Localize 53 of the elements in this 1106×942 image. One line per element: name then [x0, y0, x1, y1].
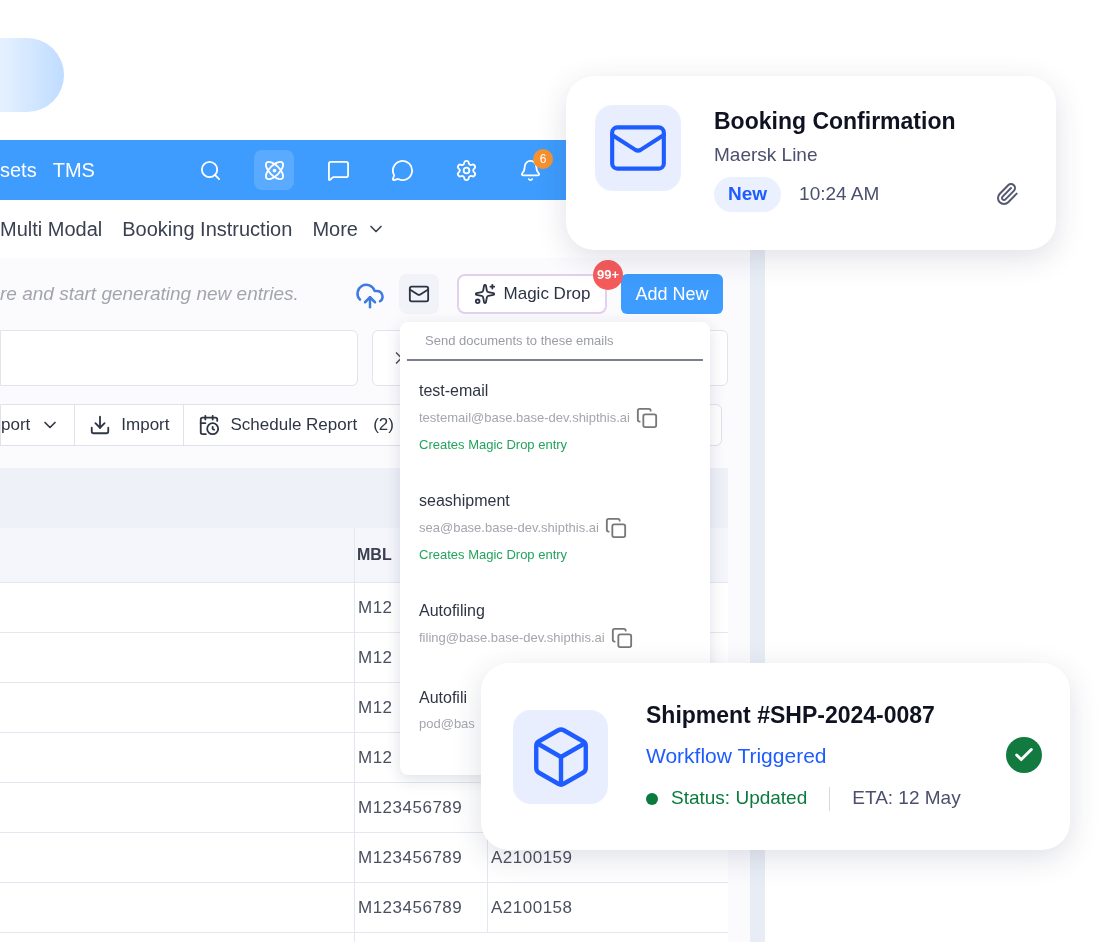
phone-chat-icon[interactable] — [390, 158, 414, 182]
table-cell-text: A2100159 — [491, 846, 573, 869]
table-cell-text: M12 — [358, 596, 393, 619]
mail-button[interactable] — [399, 274, 439, 314]
nav-tab[interactable]: Booking Instruction — [122, 214, 293, 244]
nav-tab[interactable]: Multi Modal — [0, 214, 103, 244]
sparkle-icon[interactable] — [473, 283, 496, 305]
copy-icon[interactable] — [604, 517, 627, 539]
table-cell-text: M12 — [358, 646, 393, 669]
atom-icon[interactable] — [262, 158, 286, 182]
bell-icon[interactable] — [518, 158, 542, 182]
settings-icon[interactable] — [454, 158, 478, 182]
table-cell-text: M123456789 — [358, 896, 463, 919]
atom-button[interactable] — [254, 150, 294, 190]
action-button[interactable]: port — [1, 405, 75, 445]
paperclip-icon[interactable] — [995, 182, 1019, 207]
notification-time: 10:24 AM — [799, 182, 880, 206]
notification-badge: 6 — [533, 149, 553, 169]
nav-tab[interactable]: More — [312, 214, 386, 244]
entry-note: Creates Magic Drop entry — [419, 546, 569, 564]
table-cell-text: M12 — [358, 746, 393, 769]
table-cell-text: M123456789 — [358, 796, 463, 819]
copy-icon[interactable] — [610, 627, 633, 649]
calendar-clock-icon[interactable] — [198, 414, 221, 436]
notification-title: Booking Confirmation — [714, 107, 957, 136]
notification-subtitle: Workflow Triggered — [646, 743, 828, 770]
email-entry-name[interactable]: Autofiling — [419, 601, 703, 621]
action-button[interactable]: Import — [74, 405, 184, 445]
column-header: MBL — [356, 545, 392, 565]
entry-note: Creates Magic Drop entry — [419, 436, 569, 454]
email-address: testemail@base.base-dev.shipthis.ai — [419, 409, 630, 428]
status-text: Status: Updated — [671, 786, 808, 811]
eta-text: ETA: 12 May — [852, 786, 961, 811]
cloud-upload-icon[interactable] — [355, 281, 385, 311]
email-address: filing@base.base-dev.shipthis.ai — [419, 629, 605, 648]
table-cell-text: A2100158 — [491, 896, 573, 919]
copy-icon[interactable] — [635, 407, 658, 429]
email-entry-name[interactable]: seashipment — [419, 491, 703, 511]
chat-bubble-icon[interactable] — [326, 158, 350, 182]
search-field[interactable] — [0, 330, 358, 386]
new-tag: New — [714, 177, 782, 212]
notification-title: Shipment #SHP-2024-0087 — [646, 701, 936, 731]
count-badge: 99+ — [593, 260, 623, 290]
download-icon[interactable] — [89, 414, 112, 436]
notification-sender: Maersk Line — [714, 143, 819, 167]
table-cell-text: M12 — [358, 696, 393, 719]
email-entry-name[interactable]: test-email — [419, 381, 703, 401]
email-address: sea@base.base-dev.shipthis.ai — [419, 519, 599, 538]
table-cell-text: M123456789 — [358, 846, 463, 869]
email-address: pod@bas — [419, 715, 475, 733]
mail-icon[interactable] — [408, 283, 430, 305]
drop-hint-text: re and start generating new entries. — [0, 281, 300, 306]
search-icon[interactable] — [198, 158, 222, 182]
